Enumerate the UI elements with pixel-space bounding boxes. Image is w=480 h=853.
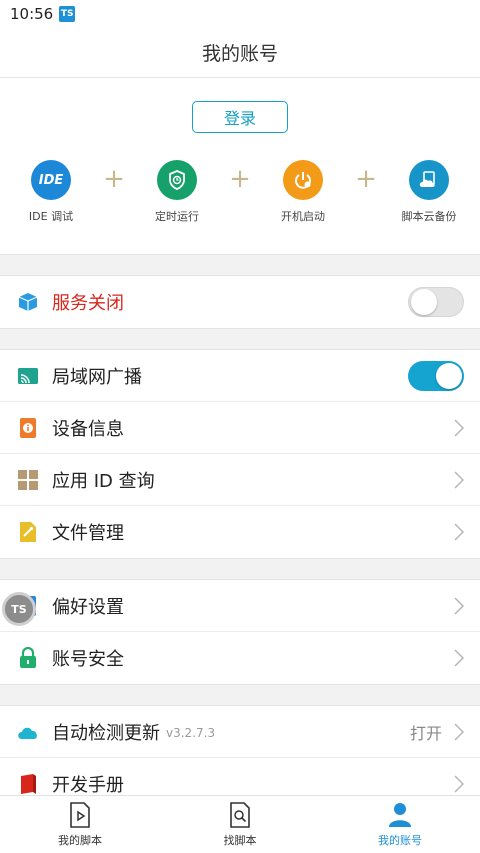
login-area: 登录	[0, 78, 480, 156]
title-bar: 我的账号	[0, 28, 480, 78]
plus-icon: +	[355, 164, 377, 194]
nav-label: 我的账号	[378, 834, 422, 847]
dev-manual-label: 开发手册	[52, 775, 124, 796]
lock-icon	[16, 646, 40, 670]
tools-section: 局域网广播 设备信息 应用 ID 查询 文件管理	[0, 350, 480, 558]
status-time: 10:56	[10, 5, 54, 23]
cloud-icon	[16, 720, 40, 744]
file-manager-row[interactable]: 文件管理	[0, 506, 480, 558]
clock-shield-icon	[157, 160, 197, 200]
auto-update-value: 打开	[409, 723, 442, 743]
feature-strip: IDE IDE 调试 + 定时运行 + 开机启动 + 脚本云备份	[0, 156, 480, 254]
service-toggle[interactable]	[408, 287, 464, 317]
floating-ts-button[interactable]: TS	[2, 592, 36, 626]
auto-update-row[interactable]: 自动检测更新 v3.2.7.3 打开	[0, 706, 480, 758]
user-icon	[389, 803, 411, 827]
service-row: 服务关闭	[0, 276, 480, 328]
ide-icon: IDE	[31, 160, 71, 200]
feature-cloud-backup[interactable]: 脚本云备份	[394, 160, 464, 224]
login-button[interactable]: 登录	[192, 101, 288, 133]
file-icon	[16, 520, 40, 544]
chevron-right-icon	[454, 596, 464, 615]
feature-boot-start[interactable]: 开机启动	[268, 160, 338, 224]
nav-my-account[interactable]: 我的账号	[320, 796, 480, 853]
nav-label: 我的脚本	[58, 834, 102, 847]
service-section: 服务关闭	[0, 276, 480, 328]
script-play-icon	[70, 802, 90, 828]
account-section: 偏好设置 账号安全	[0, 580, 480, 684]
search-doc-icon	[230, 802, 250, 828]
file-manager-label: 文件管理	[52, 523, 124, 544]
feature-scheduled-run[interactable]: 定时运行	[142, 160, 212, 224]
bottom-nav: 我的脚本 找脚本 我的账号	[0, 795, 480, 853]
book-icon	[16, 772, 40, 796]
feature-label: IDE 调试	[28, 210, 74, 223]
section-divider	[0, 254, 480, 276]
chevron-right-icon	[454, 649, 464, 667]
cast-icon	[16, 364, 40, 388]
preferences-label: 偏好设置	[52, 596, 124, 618]
account-security-row[interactable]: 账号安全	[0, 632, 480, 684]
chevron-right-icon	[454, 722, 464, 741]
ts-notification-icon: TS	[59, 6, 76, 22]
lan-broadcast-toggle[interactable]	[408, 360, 464, 391]
nav-label: 找脚本	[223, 834, 257, 847]
status-bar: 10:56 TS	[0, 0, 480, 28]
account-security-label: 账号安全	[52, 649, 124, 670]
feature-label: 脚本云备份	[401, 210, 457, 223]
plus-icon: +	[103, 164, 125, 194]
lan-broadcast-row: 局域网广播	[0, 350, 480, 402]
chevron-right-icon	[454, 470, 464, 489]
app-id-label: 应用 ID 查询	[52, 470, 155, 492]
device-info-label: 设备信息	[52, 418, 124, 440]
cube-icon	[16, 290, 40, 314]
section-divider	[0, 684, 480, 706]
nav-my-scripts[interactable]: 我的脚本	[0, 796, 160, 853]
auto-update-label: 自动检测更新	[52, 722, 160, 744]
feature-label: 定时运行	[155, 210, 199, 223]
chevron-right-icon	[454, 523, 464, 541]
preferences-row[interactable]: 偏好设置	[0, 580, 480, 632]
version-text: v3.2.7.3	[166, 726, 216, 740]
plus-icon: +	[229, 164, 251, 194]
service-label: 服务关闭	[52, 293, 124, 314]
app-id-row[interactable]: 应用 ID 查询	[0, 454, 480, 506]
nav-find-scripts[interactable]: 找脚本	[160, 796, 320, 853]
feature-label: 开机启动	[281, 210, 325, 223]
chevron-right-icon	[454, 418, 464, 437]
device-info-icon	[16, 416, 40, 440]
page-title: 我的账号	[201, 43, 278, 65]
device-info-row[interactable]: 设备信息	[0, 402, 480, 454]
section-divider	[0, 328, 480, 350]
feature-ide-debug[interactable]: IDE IDE 调试	[16, 160, 86, 224]
lan-broadcast-label: 局域网广播	[52, 366, 142, 388]
section-divider	[0, 558, 480, 580]
cloud-backup-icon	[409, 160, 449, 200]
chevron-right-icon	[454, 775, 464, 793]
power-icon	[283, 160, 323, 200]
grid-icon	[16, 468, 40, 492]
